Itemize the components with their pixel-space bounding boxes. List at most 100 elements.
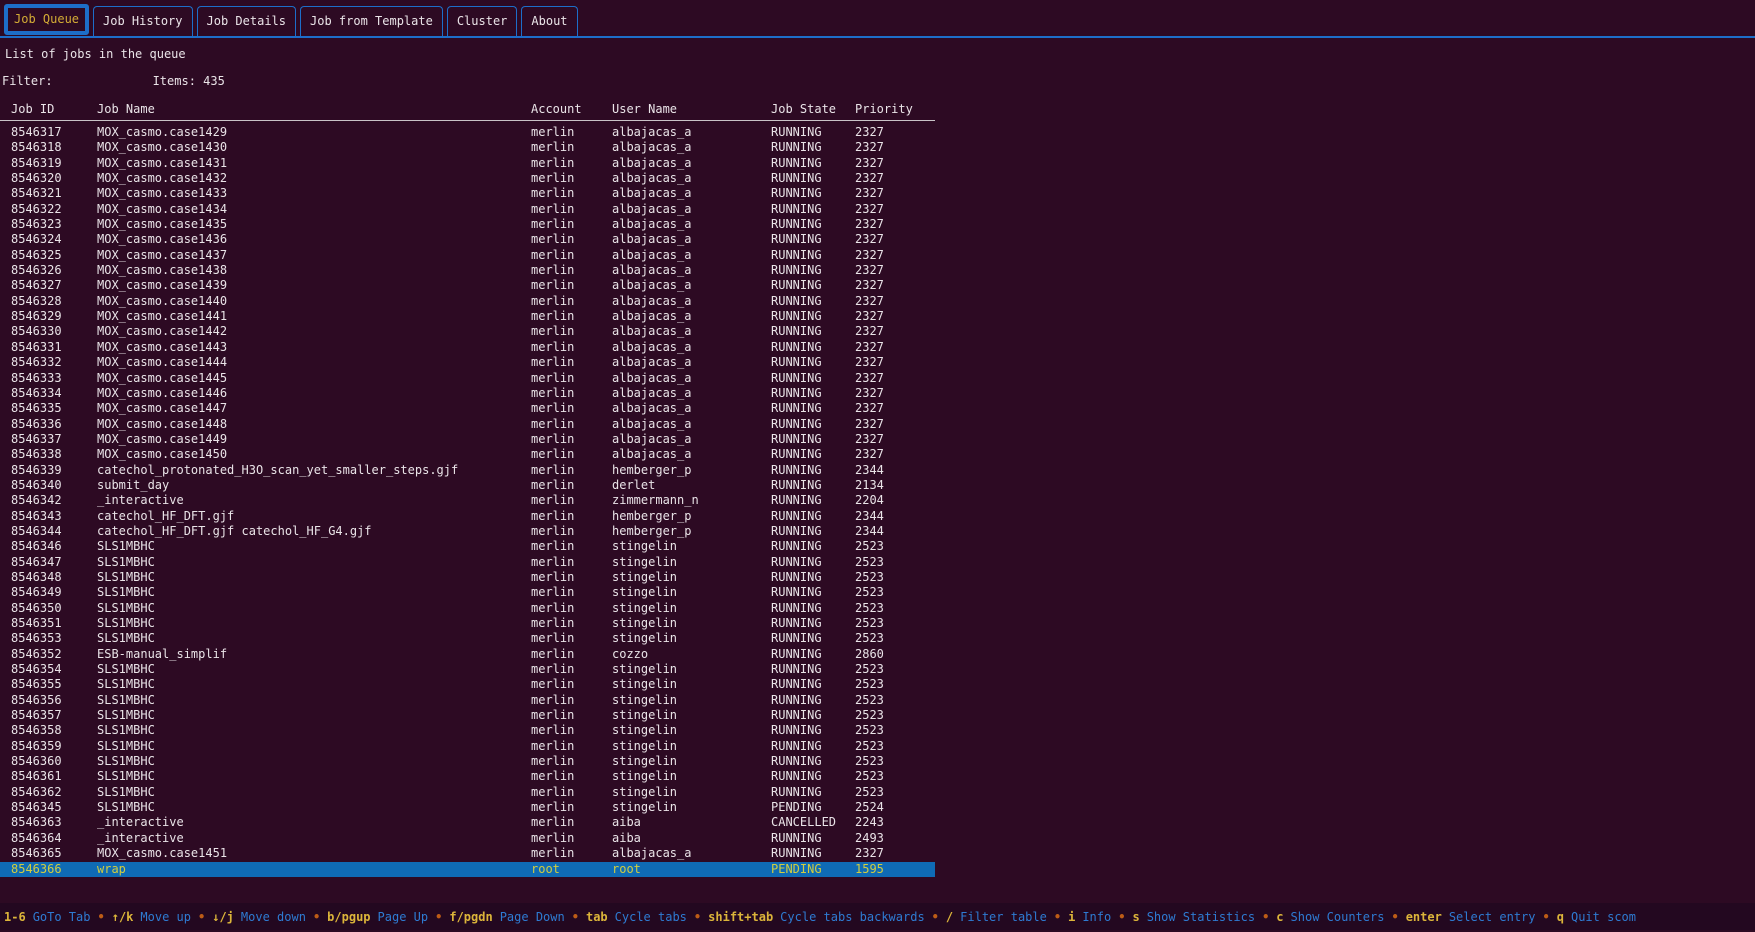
- table-row[interactable]: 8546362SLS1MBHCmerlinstingelinRUNNING252…: [0, 785, 935, 800]
- table-row[interactable]: 8546344catechol_HF_DFT.gjf catechol_HF_G…: [0, 524, 935, 539]
- table-row[interactable]: 8546358SLS1MBHCmerlinstingelinRUNNING252…: [0, 723, 935, 738]
- table-row[interactable]: 8546320MOX_casmo.case1432merlinalbajacas…: [0, 171, 935, 186]
- table-row[interactable]: 8546357SLS1MBHCmerlinstingelinRUNNING252…: [0, 708, 935, 723]
- table-row[interactable]: 8546331MOX_casmo.case1443merlinalbajacas…: [0, 340, 935, 355]
- cell-user-name: albajacas_a: [612, 846, 771, 861]
- column-header-user-name: User Name: [612, 102, 771, 116]
- cell-account: merlin: [531, 524, 612, 539]
- table-row[interactable]: 8546354SLS1MBHCmerlinstingelinRUNNING252…: [0, 662, 935, 677]
- table-row[interactable]: 8546356SLS1MBHCmerlinstingelinRUNNING252…: [0, 693, 935, 708]
- cell-job-name: MOX_casmo.case1451: [97, 846, 531, 861]
- cell-priority: 2243: [855, 815, 935, 830]
- cell-job-id: 8546324: [11, 232, 97, 247]
- cell-job-name: MOX_casmo.case1450: [97, 447, 531, 462]
- cell-job-id: 8546345: [11, 800, 97, 815]
- cell-priority: 2344: [855, 463, 935, 478]
- cell-priority: 2860: [855, 647, 935, 662]
- table-row[interactable]: 8546324MOX_casmo.case1436merlinalbajacas…: [0, 232, 935, 247]
- cell-job-state: RUNNING: [771, 647, 855, 662]
- table-row[interactable]: 8546361SLS1MBHCmerlinstingelinRUNNING252…: [0, 769, 935, 784]
- cell-user-name: stingelin: [612, 800, 771, 815]
- cell-job-name: submit_day: [97, 478, 531, 493]
- cell-user-name: albajacas_a: [612, 278, 771, 293]
- table-row[interactable]: 8546346SLS1MBHCmerlinstingelinRUNNING252…: [0, 539, 935, 554]
- tab-job-from-template[interactable]: Job from Template: [300, 6, 443, 36]
- cell-job-name: SLS1MBHC: [97, 800, 531, 815]
- table-row[interactable]: 8546328MOX_casmo.case1440merlinalbajacas…: [0, 294, 935, 309]
- column-header-account: Account: [531, 102, 612, 116]
- cell-priority: 2327: [855, 217, 935, 232]
- cell-account: merlin: [531, 616, 612, 631]
- cell-user-name: albajacas_a: [612, 263, 771, 278]
- table-row[interactable]: 8546355SLS1MBHCmerlinstingelinRUNNING252…: [0, 677, 935, 692]
- table-row[interactable]: 8546366wraprootrootPENDING1595: [0, 862, 935, 877]
- tab-about[interactable]: About: [521, 6, 577, 36]
- table-row[interactable]: 8546348SLS1MBHCmerlinstingelinRUNNING252…: [0, 570, 935, 585]
- table-row[interactable]: 8546351SLS1MBHCmerlinstingelinRUNNING252…: [0, 616, 935, 631]
- table-row[interactable]: 8546337MOX_casmo.case1449merlinalbajacas…: [0, 432, 935, 447]
- cell-job-state: RUNNING: [771, 524, 855, 539]
- table-row[interactable]: 8546325MOX_casmo.case1437merlinalbajacas…: [0, 248, 935, 263]
- table-row[interactable]: 8546333MOX_casmo.case1445merlinalbajacas…: [0, 371, 935, 386]
- table-row[interactable]: 8546343catechol_HF_DFT.gjfmerlinhemberge…: [0, 509, 935, 524]
- table-row[interactable]: 8546322MOX_casmo.case1434merlinalbajacas…: [0, 202, 935, 217]
- tab-job-details[interactable]: Job Details: [197, 6, 296, 36]
- table-row[interactable]: 8546360SLS1MBHCmerlinstingelinRUNNING252…: [0, 754, 935, 769]
- table-row[interactable]: 8546336MOX_casmo.case1448merlinalbajacas…: [0, 417, 935, 432]
- table-row[interactable]: 8546349SLS1MBHCmerlinstingelinRUNNING252…: [0, 585, 935, 600]
- cell-account: merlin: [531, 846, 612, 861]
- table-row[interactable]: 8546323MOX_casmo.case1435merlinalbajacas…: [0, 217, 935, 232]
- table-row[interactable]: 8546363_interactivemerlinaibaCANCELLED22…: [0, 815, 935, 830]
- table-row[interactable]: 8546321MOX_casmo.case1433merlinalbajacas…: [0, 186, 935, 201]
- cell-user-name: albajacas_a: [612, 140, 771, 155]
- tab-cluster[interactable]: Cluster: [447, 6, 518, 36]
- cell-job-state: RUNNING: [771, 278, 855, 293]
- cell-job-state: RUNNING: [771, 248, 855, 263]
- table-row[interactable]: 8546317MOX_casmo.case1429merlinalbajacas…: [0, 125, 935, 140]
- table-row[interactable]: 8546326MOX_casmo.case1438merlinalbajacas…: [0, 263, 935, 278]
- table-row[interactable]: 8546329MOX_casmo.case1441merlinalbajacas…: [0, 309, 935, 324]
- cell-job-name: MOX_casmo.case1445: [97, 371, 531, 386]
- table-row[interactable]: 8546347SLS1MBHCmerlinstingelinRUNNING252…: [0, 555, 935, 570]
- table-row[interactable]: 8546330MOX_casmo.case1442merlinalbajacas…: [0, 324, 935, 339]
- shortcut-key: s: [1132, 910, 1139, 924]
- table-row[interactable]: 8546345SLS1MBHCmerlinstingelinPENDING252…: [0, 800, 935, 815]
- shortcut-key: ↓/j: [212, 910, 234, 924]
- tab-job-queue[interactable]: Job Queue: [4, 4, 89, 35]
- table-row[interactable]: 8546353SLS1MBHCmerlinstingelinRUNNING252…: [0, 631, 935, 646]
- separator-dot: •: [435, 910, 442, 924]
- filter-input[interactable]: [53, 74, 153, 88]
- table-row[interactable]: 8546359SLS1MBHCmerlinstingelinRUNNING252…: [0, 739, 935, 754]
- table-row[interactable]: 8546318MOX_casmo.case1430merlinalbajacas…: [0, 140, 935, 155]
- table-row[interactable]: 8546319MOX_casmo.case1431merlinalbajacas…: [0, 156, 935, 171]
- cell-account: merlin: [531, 202, 612, 217]
- table-row[interactable]: 8546339catechol_protonated_H3O_scan_yet_…: [0, 463, 935, 478]
- table-row[interactable]: 8546335MOX_casmo.case1447merlinalbajacas…: [0, 401, 935, 416]
- table-row[interactable]: 8546340submit_daymerlinderletRUNNING2134: [0, 478, 935, 493]
- cell-account: merlin: [531, 232, 612, 247]
- cell-job-name: MOX_casmo.case1448: [97, 417, 531, 432]
- table-row[interactable]: 8546334MOX_casmo.case1446merlinalbajacas…: [0, 386, 935, 401]
- cell-job-id: 8546354: [11, 662, 97, 677]
- table-row[interactable]: 8546365MOX_casmo.case1451merlinalbajacas…: [0, 846, 935, 861]
- cell-job-state: RUNNING: [771, 616, 855, 631]
- cell-priority: 2344: [855, 524, 935, 539]
- table-row[interactable]: 8546342_interactivemerlinzimmermann_nRUN…: [0, 493, 935, 508]
- cell-priority: 2327: [855, 125, 935, 140]
- table-row[interactable]: 8546352ESB-manual_simplifmerlincozzoRUNN…: [0, 647, 935, 662]
- cell-user-name: stingelin: [612, 662, 771, 677]
- table-row[interactable]: 8546364_interactivemerlinaibaRUNNING2493: [0, 831, 935, 846]
- cell-job-name: SLS1MBHC: [97, 769, 531, 784]
- tab-bar: Job Queue Job History Job Details Job fr…: [0, 0, 1755, 38]
- cell-job-id: 8546335: [11, 401, 97, 416]
- cell-job-state: CANCELLED: [771, 815, 855, 830]
- table-row[interactable]: 8546327MOX_casmo.case1439merlinalbajacas…: [0, 278, 935, 293]
- cell-user-name: stingelin: [612, 708, 771, 723]
- cell-job-name: MOX_casmo.case1437: [97, 248, 531, 263]
- cell-job-id: 8546346: [11, 539, 97, 554]
- table-row[interactable]: 8546332MOX_casmo.case1444merlinalbajacas…: [0, 355, 935, 370]
- table-row[interactable]: 8546338MOX_casmo.case1450merlinalbajacas…: [0, 447, 935, 462]
- table-row[interactable]: 8546350SLS1MBHCmerlinstingelinRUNNING252…: [0, 601, 935, 616]
- cell-job-id: 8546364: [11, 831, 97, 846]
- tab-job-history[interactable]: Job History: [93, 6, 192, 36]
